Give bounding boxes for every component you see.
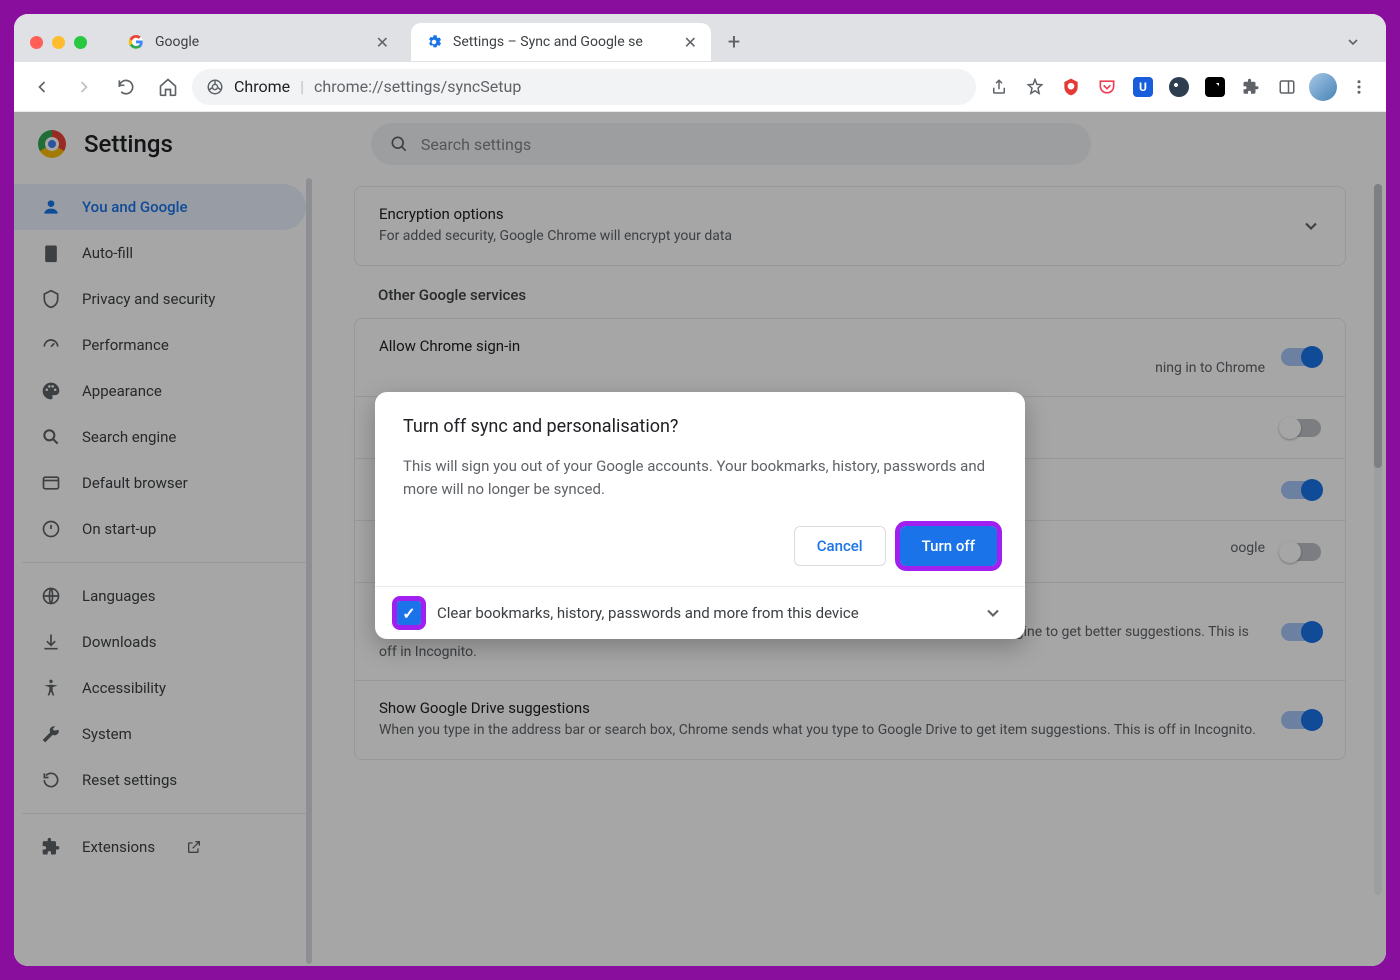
tab-google[interactable]: Google ✕ bbox=[113, 23, 403, 61]
address-bar[interactable]: Chrome | chrome://settings/syncSetup bbox=[192, 69, 976, 105]
address-chip: Chrome bbox=[234, 77, 290, 96]
tabs-dropdown-icon[interactable] bbox=[1336, 25, 1370, 59]
profile-avatar[interactable] bbox=[1306, 70, 1340, 104]
modal-footer: ✓ Clear bookmarks, history, passwords an… bbox=[375, 586, 1025, 639]
window-controls bbox=[30, 36, 87, 49]
google-favicon-icon bbox=[127, 33, 145, 51]
settings-favicon-icon bbox=[425, 33, 443, 51]
home-button[interactable] bbox=[150, 69, 186, 105]
close-tab-icon[interactable]: ✕ bbox=[376, 33, 389, 52]
chevron-down-icon[interactable] bbox=[983, 603, 1003, 623]
extension-icon-4[interactable] bbox=[1162, 70, 1196, 104]
address-url: chrome://settings/syncSetup bbox=[314, 77, 962, 96]
close-window-icon[interactable] bbox=[30, 36, 43, 49]
tab-settings[interactable]: Settings – Sync and Google se ✕ bbox=[411, 23, 711, 61]
sidepanel-icon[interactable] bbox=[1270, 70, 1304, 104]
extension-icon-5[interactable] bbox=[1198, 70, 1232, 104]
cancel-button[interactable]: Cancel bbox=[794, 526, 886, 566]
back-button[interactable] bbox=[24, 69, 60, 105]
turn-off-button[interactable]: Turn off bbox=[900, 526, 997, 566]
modal-overlay: Turn off sync and personalisation? This … bbox=[14, 112, 1386, 966]
share-icon[interactable] bbox=[982, 70, 1016, 104]
extensions-puzzle-icon[interactable] bbox=[1234, 70, 1268, 104]
maximize-window-icon[interactable] bbox=[74, 36, 87, 49]
chrome-chip-icon bbox=[206, 78, 224, 96]
kebab-menu-icon[interactable] bbox=[1342, 70, 1376, 104]
clear-data-checkbox[interactable]: ✓ bbox=[397, 601, 421, 625]
forward-button[interactable] bbox=[66, 69, 102, 105]
tab-title: Google bbox=[155, 34, 366, 50]
tab-title: Settings – Sync and Google se bbox=[453, 34, 674, 50]
modal-text: This will sign you out of your Google ac… bbox=[403, 455, 997, 500]
clear-data-label: Clear bookmarks, history, passwords and … bbox=[437, 604, 967, 622]
extension-pocket-icon[interactable] bbox=[1090, 70, 1124, 104]
bookmark-star-icon[interactable] bbox=[1018, 70, 1052, 104]
turnoff-sync-modal: Turn off sync and personalisation? This … bbox=[375, 392, 1025, 639]
extension-bitwarden-icon[interactable]: U bbox=[1126, 70, 1160, 104]
minimize-window-icon[interactable] bbox=[52, 36, 65, 49]
reload-button[interactable] bbox=[108, 69, 144, 105]
new-tab-button[interactable]: + bbox=[719, 27, 749, 57]
close-tab-icon[interactable]: ✕ bbox=[684, 33, 697, 52]
modal-title: Turn off sync and personalisation? bbox=[403, 416, 997, 437]
tab-strip: Google ✕ Settings – Sync and Google se ✕… bbox=[14, 14, 1386, 62]
browser-toolbar: Chrome | chrome://settings/syncSetup U bbox=[14, 62, 1386, 112]
extension-ublock-icon[interactable] bbox=[1054, 70, 1088, 104]
toolbar-actions: U bbox=[982, 70, 1376, 104]
